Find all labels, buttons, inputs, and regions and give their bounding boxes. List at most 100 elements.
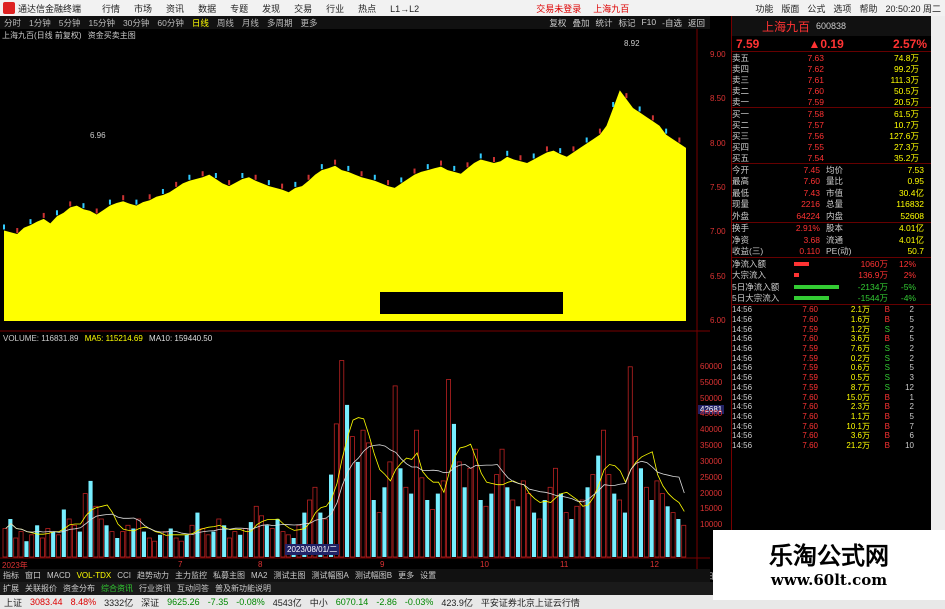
indicator-tab-4[interactable]: CCI xyxy=(117,571,131,580)
tick-count: 7 xyxy=(909,421,914,431)
menu-item-0[interactable]: 行情 xyxy=(102,4,120,14)
bid-row-3[interactable]: 买四 7.55 27.3万 xyxy=(732,141,931,152)
indicator-tab-5[interactable]: 趋势动力 xyxy=(137,570,169,581)
ext-tab-3[interactable]: 综合资讯 xyxy=(101,583,133,594)
candle-48 xyxy=(320,164,323,170)
ask-row-3[interactable]: 卖二 7.60 50.5万 xyxy=(732,85,931,96)
ext-tab-6[interactable]: 普及新功能说明 xyxy=(215,583,271,594)
toolbar-btn-3[interactable]: 标记 xyxy=(618,17,635,29)
menu-item-4[interactable]: 专题 xyxy=(230,4,248,14)
volume-bar-46 xyxy=(248,522,253,557)
title-menu-3[interactable]: 选项 xyxy=(833,2,851,15)
tick-price: 7.60 xyxy=(802,421,818,431)
bid-row-0[interactable]: 买一 7.58 61.5万 xyxy=(732,108,931,119)
ext-tab-5[interactable]: 互动问答 xyxy=(177,583,209,594)
menu-item-8[interactable]: 热点 xyxy=(358,4,376,14)
volume-bar-33 xyxy=(178,540,184,558)
period-tab-6[interactable]: 日线 xyxy=(192,17,209,29)
period-tab-4[interactable]: 30分钟 xyxy=(123,17,149,29)
menu-item-9[interactable]: L1→L2 xyxy=(390,4,419,14)
menu-item-1[interactable]: 市场 xyxy=(134,4,152,14)
indicator-tab-0[interactable]: 指标 xyxy=(3,570,19,581)
volume-bar-108 xyxy=(579,499,585,558)
indicator-tab-12[interactable]: 更多 xyxy=(398,570,414,581)
status-item-11: -2.86 xyxy=(376,597,397,607)
indicator-tab-8[interactable]: MA2 xyxy=(251,571,267,580)
period-tab-9[interactable]: 多周期 xyxy=(267,17,293,29)
volume-bar-86 xyxy=(462,487,467,557)
stat-label-b: 总量 xyxy=(826,199,844,210)
period-tab-5[interactable]: 60分钟 xyxy=(157,17,183,29)
indicator-tab-11[interactable]: 测试幅图B xyxy=(355,570,392,581)
ext-tab-0[interactable]: 扩展 xyxy=(3,583,19,594)
period-tab-1[interactable]: 1分钟 xyxy=(29,17,51,29)
period-toolbar: 分时 1分钟 5分钟 15分钟 30分钟 60分钟 日线 周线 月线 多周期 更多 复权 叠加 统计 标记… xyxy=(0,16,710,29)
right-side-toolbar[interactable] xyxy=(931,16,945,595)
indicator-tab-10[interactable]: 测试幅图A xyxy=(311,570,348,581)
indicator-tab-13[interactable]: 设置 xyxy=(420,570,436,581)
toolbar-btn-1[interactable]: 叠加 xyxy=(572,17,589,29)
ask-row-2[interactable]: 卖三 7.61 111.3万 xyxy=(732,74,931,85)
toolbar-btn-4[interactable]: F10 xyxy=(641,17,656,29)
kline-chart-area[interactable]: 上海九百(日线 前复权) 资金买卖主图 VOLUME: 116831.89 MA… xyxy=(0,29,726,592)
title-menu-4[interactable]: 帮助 xyxy=(859,2,877,15)
bid-row-2[interactable]: 买三 7.56 127.6万 xyxy=(732,130,931,141)
volume-bar-20 xyxy=(109,531,115,558)
volume-bar-45 xyxy=(243,528,248,558)
title-menu-2[interactable]: 公式 xyxy=(807,2,825,15)
tick-list[interactable]: 14:56 7.60 2.1万 B 2 14:56 7.60 1.6万 B 5 14:56 7.59 1… xyxy=(732,305,931,450)
tick-side: B xyxy=(884,305,890,315)
app-logo-icon xyxy=(3,2,15,14)
toolbar-btn-0[interactable]: 复权 xyxy=(549,17,566,29)
period-tab-7[interactable]: 周线 xyxy=(217,17,234,29)
ask-row-1[interactable]: 卖四 7.62 99.2万 xyxy=(732,63,931,74)
ask-row-4[interactable]: 卖一 7.59 20.5万 xyxy=(732,96,931,107)
indicator-tab-9[interactable]: 测试主图 xyxy=(273,570,305,581)
toolbar-right-buttons: 复权 叠加 统计 标记 F10 -自选 返回 xyxy=(546,17,708,29)
tick-price: 7.60 xyxy=(802,392,818,402)
indicator-tab-7[interactable]: 私募主图 xyxy=(213,570,245,581)
title-menu-1[interactable]: 版面 xyxy=(781,2,799,15)
indicator-tab-3[interactable]: VOL-TDX xyxy=(77,571,112,580)
indicator-tab-2[interactable]: MACD xyxy=(47,571,71,580)
bid-row-4[interactable]: 买五 7.54 35.2万 xyxy=(732,152,931,163)
ext-tab-2[interactable]: 资金分布 xyxy=(63,583,95,594)
volume-bar-105 xyxy=(563,512,569,558)
toolbar-btn-2[interactable]: 统计 xyxy=(595,17,612,29)
candle-70 xyxy=(466,162,469,168)
stats-grid: 今开 7.45 均价 7.53 最高 7.60 量比 0.95 最低 7.43 市值 30.4亿 现量 2… xyxy=(732,164,931,222)
period-tab-8[interactable]: 月线 xyxy=(242,17,259,29)
menu-item-5[interactable]: 发现 xyxy=(262,4,280,14)
bid-row-1[interactable]: 买二 7.57 10.7万 xyxy=(732,119,931,130)
flow-pct: 12% xyxy=(898,258,916,269)
period-tab-0[interactable]: 分时 xyxy=(4,17,21,29)
volume-bar-11 xyxy=(61,509,66,557)
ask-row-0[interactable]: 卖五 7.63 74.8万 xyxy=(732,52,931,63)
toolbar-btn-6[interactable]: 返回 xyxy=(688,17,705,29)
volume-bar-50 xyxy=(269,528,275,558)
volume-bar-29 xyxy=(158,534,163,557)
menu-item-6[interactable]: 交易 xyxy=(294,4,312,14)
title-menu-0[interactable]: 功能 xyxy=(755,2,773,15)
period-tab-2[interactable]: 5分钟 xyxy=(59,17,81,29)
period-tab-10[interactable]: 更多 xyxy=(300,17,317,29)
ext-tab-1[interactable]: 关联报价 xyxy=(25,583,57,594)
period-tab-3[interactable]: 15分钟 xyxy=(88,17,114,29)
login-status[interactable]: 交易未登录 xyxy=(536,2,581,15)
tick-side: B xyxy=(884,440,890,450)
ext-tab-4[interactable]: 行业资讯 xyxy=(139,583,171,594)
period-tabs: 分时 1分钟 5分钟 15分钟 30分钟 60分钟 日线 周线 月线 多周期 更多 xyxy=(0,17,321,29)
menu-item-2[interactable]: 资讯 xyxy=(166,4,184,14)
volume-bar-112 xyxy=(601,429,606,558)
chart-canvas[interactable] xyxy=(0,29,710,569)
candle-74 xyxy=(492,157,495,163)
tick-row-14[interactable]: 14:56 7.60 21.2万 B 10 xyxy=(732,441,931,451)
menu-item-3[interactable]: 数据 xyxy=(198,4,216,14)
toolbar-btn-5[interactable]: -自选 xyxy=(662,17,682,29)
menu-item-7[interactable]: 行业 xyxy=(326,4,344,14)
tick-count: 10 xyxy=(905,440,914,450)
candle-30 xyxy=(201,171,204,177)
indicator-tab-6[interactable]: 主力监控 xyxy=(175,570,207,581)
ma5-value: MA5: 115214.69 xyxy=(84,334,143,343)
indicator-tab-1[interactable]: 窗口 xyxy=(25,570,41,581)
